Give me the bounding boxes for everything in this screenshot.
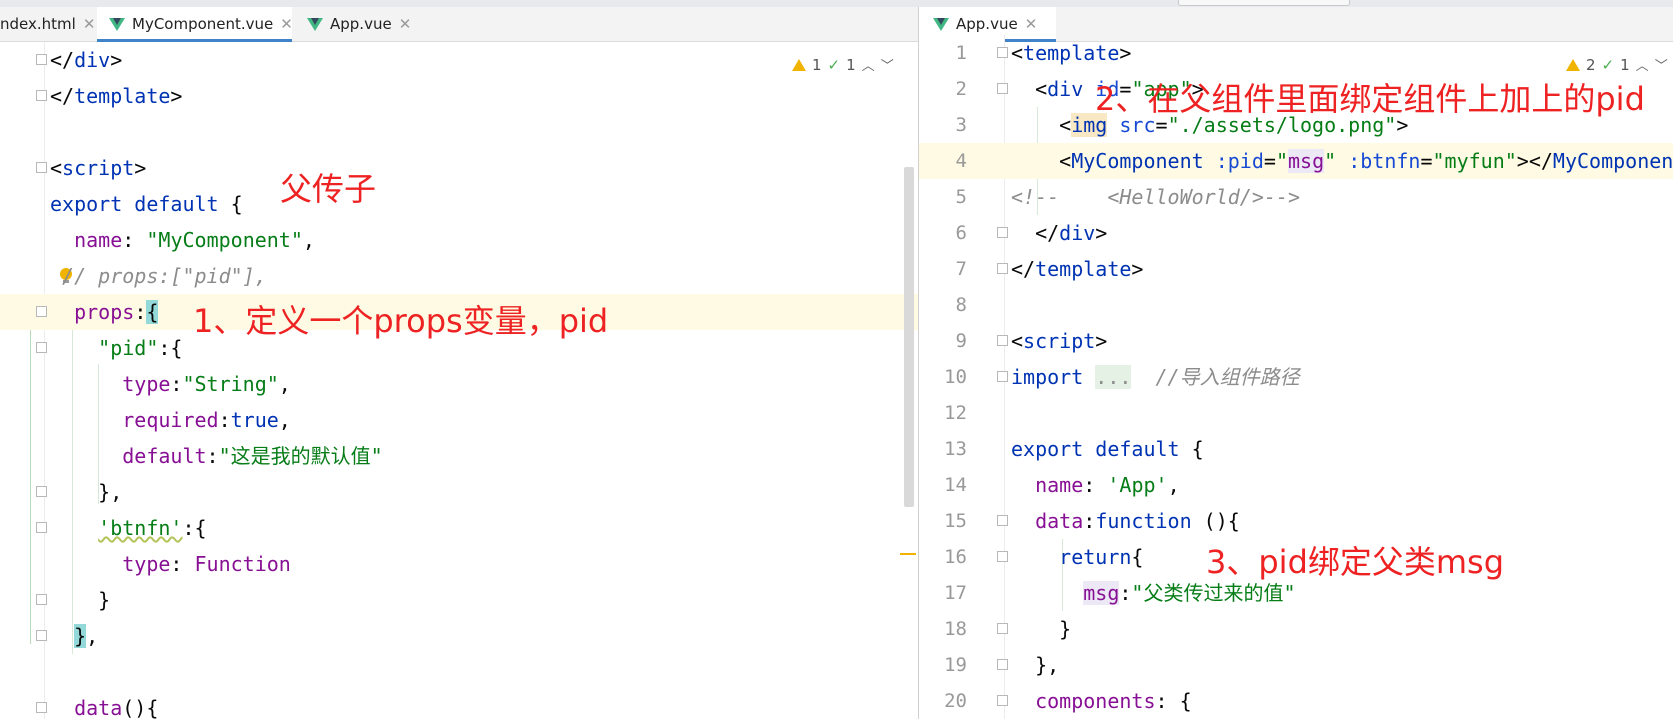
code-line: required:true, [122,408,291,432]
code-line: <script> [0,150,918,186]
code-line: export default { [50,192,243,216]
code-area-left[interactable]: </div> </template> <script> export defau… [0,42,918,719]
tab-app-vue[interactable]: App.vue ✕ [305,7,415,41]
editor-pane-left: ndex.html ✕ MyComponent.vue ✕ App.vue ✕ 1 ✓… [0,7,918,719]
code-line: data(){ [0,690,918,719]
code-line: 1 <template> [955,41,1132,65]
fold-marker-icon[interactable] [36,702,47,713]
fold-marker-icon[interactable] [997,551,1008,562]
fold-marker-icon[interactable] [36,630,47,641]
code-line: 18 } [944,617,1072,641]
code-line: 12 [944,402,967,424]
annotation-pid-msg: 3、pid绑定父类msg [1206,543,1505,581]
close-icon[interactable]: ✕ [280,15,293,33]
code-line: 20 components: { [944,689,1192,713]
vue-file-icon [933,17,949,31]
fold-marker-icon[interactable] [997,695,1008,706]
code-line: 5 <!-- <HelloWorld/>--> [955,185,1300,209]
code-line: </div> [0,42,918,78]
tab-label: MyComponent.vue [132,15,274,33]
close-icon[interactable]: ✕ [83,15,96,33]
code-line: }, [0,474,918,510]
close-icon[interactable]: ✕ [1025,15,1038,33]
code-line: 19 }, [944,653,1060,677]
fold-marker-icon[interactable] [997,623,1008,634]
code-line: } [0,582,918,618]
code-line: 9 <script> [955,329,1108,353]
fold-marker-icon[interactable] [997,263,1008,274]
vue-file-icon [109,17,125,31]
editor-pane-right: App.vue ✕ 2 ✓ 1 ︿ ﹀ 1 <template> 2 <div i… [919,7,1673,719]
fold-marker-icon[interactable] [36,306,47,317]
code-line: }, [0,618,918,654]
tab-index-html[interactable]: ndex.html ✕ [0,7,95,41]
code-line: type: Function [122,552,291,576]
code-line: // props:["pid"], [50,264,267,288]
tab-bar-left: ndex.html ✕ MyComponent.vue ✕ App.vue ✕ [0,7,918,42]
tab-label: App.vue [956,15,1018,33]
code-line: 6 </div> [955,221,1108,245]
fold-marker-icon[interactable] [36,486,47,497]
toolbar-field[interactable] [1178,0,1350,6]
annotation-define-props: 1、定义一个props变量，pid [193,302,609,340]
expand-marker-icon[interactable] [997,371,1008,382]
code-line: default:"这是我的默认值" [122,444,383,468]
close-icon[interactable]: ✕ [399,15,412,33]
fold-marker-icon[interactable] [36,342,47,353]
tab-mycomponent-vue[interactable]: MyComponent.vue ✕ [97,7,293,42]
fold-marker-icon[interactable] [36,522,47,533]
fold-marker-icon[interactable] [36,162,47,173]
warning-stripe-marker[interactable] [900,553,916,555]
code-line-current: 4 <MyComponent :pid="msg" :btnfn="myfun"… [919,143,1673,179]
code-line: name: "MyComponent", [74,228,315,252]
fold-marker-icon[interactable] [997,47,1008,58]
code-line: </template> [0,78,918,114]
fold-marker-icon[interactable] [997,227,1008,238]
tab-label: App.vue [330,15,392,33]
code-line: type:"String", [122,372,291,396]
fold-marker-icon[interactable] [997,515,1008,526]
fold-marker-icon[interactable] [36,90,47,101]
fold-marker-icon[interactable] [997,659,1008,670]
fold-marker-icon[interactable] [36,594,47,605]
annotation-parent-to-child: 父传子 [280,170,377,208]
fold-marker-icon[interactable] [36,54,47,65]
fold-marker-icon[interactable] [997,83,1008,94]
vertical-scrollbar[interactable] [904,167,914,507]
tab-label: ndex.html [0,15,76,33]
code-line: 13 export default { [944,437,1204,461]
code-area-right[interactable]: 1 <template> 2 <div id="app"> 3 <img src… [919,35,1673,719]
code-line: 15 data:function (){ [944,509,1240,533]
code-line: 14 name: 'App', [944,473,1180,497]
annotation-bind-pid: 2、在父组件里面绑定组件上加上的pid [1095,80,1645,118]
code-line: 10 import ... //导入组件路径 [944,365,1300,389]
code-line: 8 [955,294,967,316]
vue-file-icon [307,17,323,31]
fold-marker-icon[interactable] [997,335,1008,346]
code-line: 'btnfn':{ [0,510,918,546]
code-line: 7 </template> [955,257,1144,281]
